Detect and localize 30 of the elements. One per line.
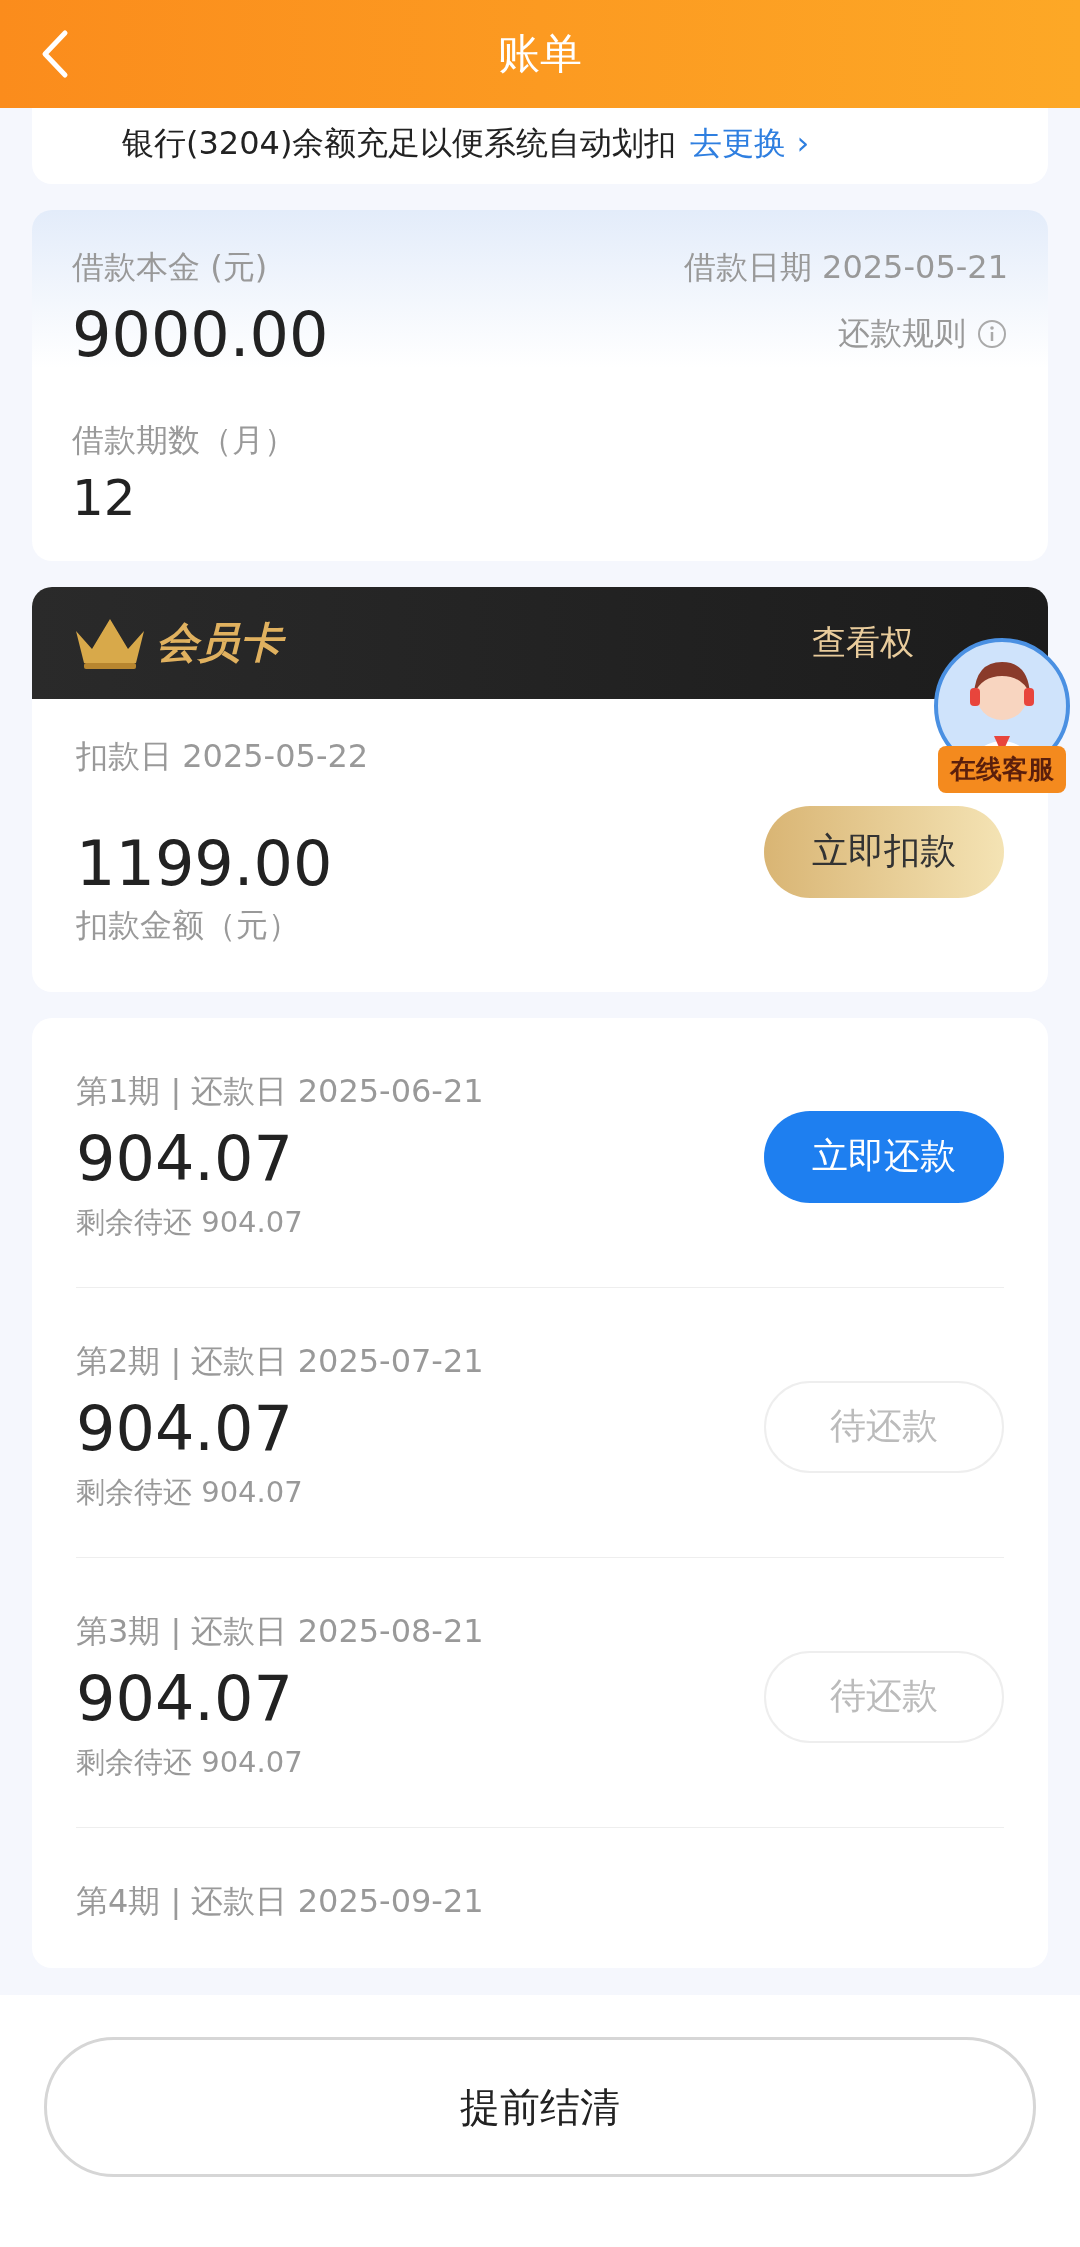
notice-text: 银行(3204)余额充足以便系统自动划扣 — [122, 123, 677, 164]
service-label[interactable]: 在线客服 — [938, 746, 1066, 793]
installment-title: 第1期 | 还款日 2025-06-21 — [76, 1071, 484, 1112]
installment-title: 第4期 | 还款日 2025-09-21 — [76, 1881, 484, 1922]
principal-amount: 9000.00 — [72, 298, 329, 371]
installment-amount: 904.07 — [76, 1122, 294, 1195]
change-link[interactable]: 去更换 › — [690, 122, 810, 166]
early-settle-button[interactable]: 提前结清 — [44, 2037, 1036, 2177]
term-label: 借款期数（月） — [72, 420, 297, 461]
installment-title: 第2期 | 还款日 2025-07-21 — [76, 1341, 484, 1382]
term-value: 12 — [72, 469, 137, 527]
remaining-amount: 剩余待还 904.07 — [76, 1474, 304, 1511]
rules-link[interactable]: 还款规则 — [838, 312, 966, 356]
remaining-amount: 剩余待还 904.07 — [76, 1204, 304, 1241]
info-icon[interactable] — [976, 318, 1008, 350]
back-icon[interactable] — [40, 29, 70, 79]
deduct-amount-label: 扣款金额（元） — [76, 905, 301, 946]
remaining-amount: 剩余待还 904.07 — [76, 1744, 304, 1781]
deduct-amount: 1199.00 — [76, 827, 334, 900]
deduct-date: 扣款日 2025-05-22 — [76, 736, 369, 777]
customer-service-button[interactable]: 在线客服 — [918, 636, 1080, 793]
repay-now-button[interactable]: 立即还款 — [764, 1110, 1004, 1203]
installment-amount: 904.07 — [76, 1662, 294, 1735]
page-title: 账单 — [498, 28, 582, 80]
principal-label: 借款本金 (元) — [72, 247, 269, 288]
loan-date: 借款日期 2025-05-21 — [683, 247, 1008, 288]
benefits-link[interactable]: 查看权 — [812, 620, 914, 666]
installment-title: 第3期 | 还款日 2025-08-21 — [76, 1611, 484, 1652]
installment-amount: 904.07 — [76, 1392, 294, 1465]
deduct-now-button[interactable]: 立即扣款 — [764, 805, 1004, 898]
